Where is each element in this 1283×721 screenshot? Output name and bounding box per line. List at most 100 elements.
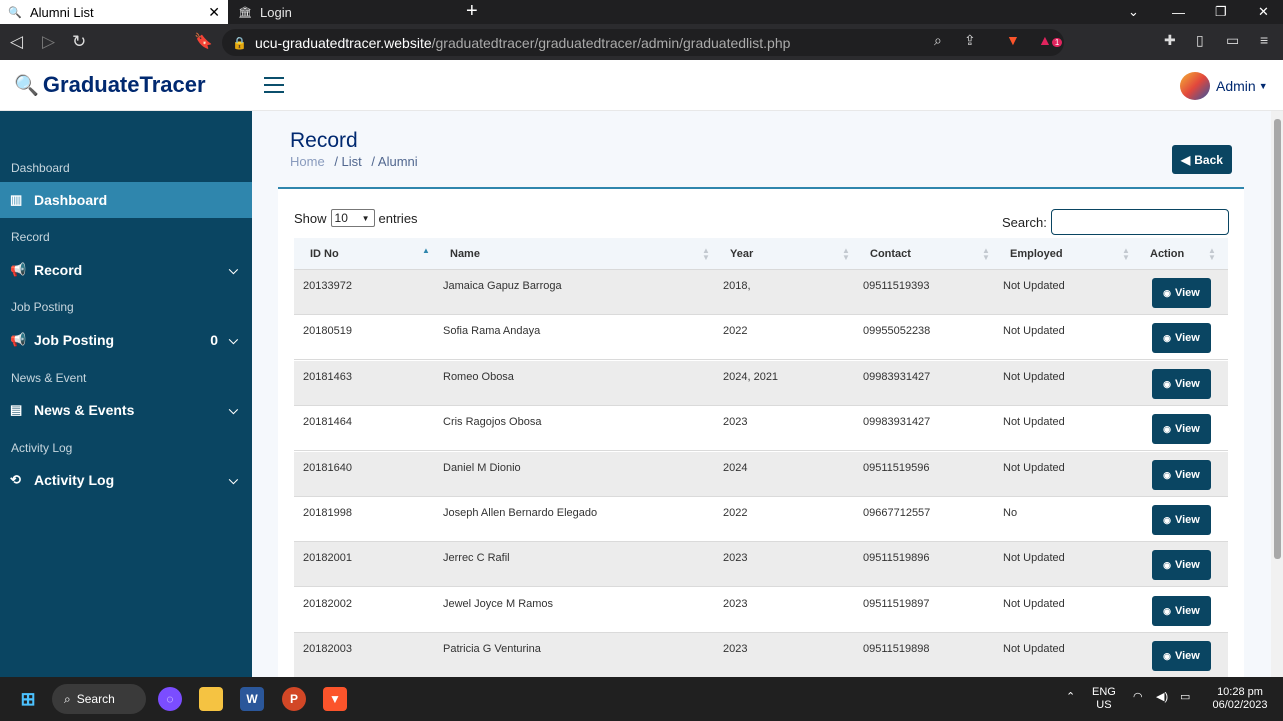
view-button[interactable]: ◉ View: [1152, 369, 1211, 399]
cell-id: 20180519: [303, 325, 352, 337]
eye-icon: ◉: [1163, 287, 1171, 298]
column-header-action[interactable]: Action: [1150, 248, 1184, 260]
forward-nav-icon[interactable]: ▷: [42, 32, 55, 52]
cell-name: Daniel M Dionio: [443, 462, 521, 474]
powerpoint-icon[interactable]: P: [282, 687, 306, 711]
sidebar: Dashboard ▥ Dashboard Record 📢 Record ⌵ …: [0, 111, 252, 677]
word-icon[interactable]: W: [240, 687, 264, 711]
file-explorer-icon[interactable]: [199, 687, 223, 711]
megaphone-icon: 📢: [10, 332, 27, 347]
caret-down-icon: ▼: [1258, 81, 1268, 91]
view-label: View: [1174, 650, 1200, 662]
sort-asc-icon[interactable]: ▲: [422, 247, 430, 255]
sidebar-item-record[interactable]: 📢 Record ⌵: [0, 252, 252, 288]
view-button[interactable]: ◉ View: [1152, 414, 1211, 444]
back-button-label: Back: [1194, 152, 1223, 167]
sort-icon[interactable]: ▲ ▼: [982, 247, 990, 262]
view-button[interactable]: ◉ View: [1152, 641, 1211, 671]
table-row: 20181464 Cris Ragojos Obosa 2023 0998393…: [294, 406, 1228, 451]
sort-icon[interactable]: ▲ ▼: [842, 247, 850, 262]
new-tab-icon[interactable]: +: [466, 0, 478, 24]
sidebar-heading-job-posting: Job Posting: [11, 300, 74, 314]
sidebar-item-job-posting[interactable]: 📢 Job Posting 0 ⌵: [0, 322, 252, 358]
zoom-icon[interactable]: ⌕: [934, 32, 942, 49]
close-tab-icon[interactable]: ✕: [208, 4, 220, 21]
language-indicator[interactable]: ENG US: [1092, 686, 1116, 712]
brand-logo[interactable]: 🔍 GraduateTracer: [14, 72, 206, 98]
breadcrumb-list[interactable]: / List: [334, 154, 361, 169]
tray-chevron-icon[interactable]: ⌃: [1066, 691, 1075, 704]
taskbar-search[interactable]: ⌕ Search: [52, 684, 146, 714]
back-button[interactable]: ◀ Back: [1172, 145, 1232, 174]
tab-alumni-list[interactable]: 🔍 Alumni List ✕: [0, 0, 228, 24]
view-button[interactable]: ◉ View: [1152, 505, 1211, 535]
wifi-icon[interactable]: ◠: [1133, 691, 1143, 704]
column-header-year[interactable]: Year: [730, 248, 753, 260]
scrollbar-thumb[interactable]: [1274, 119, 1281, 559]
url-host: ucu-graduatedtracer.website: [254, 34, 432, 51]
sidebar-item-activity-log[interactable]: ⟲ Activity Log ⌵: [0, 462, 252, 498]
arrow-left-icon: ◀: [1181, 152, 1191, 167]
view-button[interactable]: ◉ View: [1152, 550, 1211, 580]
brave-shield-icon[interactable]: ▼: [1006, 32, 1020, 48]
sort-icon[interactable]: ▲ ▼: [1208, 247, 1216, 262]
share-icon[interactable]: ⇪: [964, 32, 976, 49]
sidebar-item-label: Job Posting: [34, 332, 115, 348]
entries-select[interactable]: 10 ▼: [330, 209, 375, 227]
view-label: View: [1174, 605, 1200, 617]
sidebar-item-dashboard[interactable]: ▥ Dashboard: [0, 182, 252, 218]
windows-start-icon[interactable]: ⊞: [16, 687, 40, 711]
sidebar-toggle-icon[interactable]: ▯: [1196, 32, 1204, 49]
column-header-employed[interactable]: Employed: [1010, 248, 1063, 260]
menu-icon[interactable]: ≡: [1260, 32, 1268, 48]
search-input[interactable]: [1050, 209, 1229, 235]
eye-icon: ◉: [1163, 469, 1171, 480]
battery-icon[interactable]: ▭: [1180, 691, 1190, 704]
reload-icon[interactable]: ↻: [72, 32, 86, 52]
chevron-down-icon: ⌵: [228, 402, 238, 417]
breadcrumb-home[interactable]: Home: [290, 154, 325, 169]
cell-id: 20182002: [303, 598, 352, 610]
view-button[interactable]: ◉ View: [1152, 460, 1211, 490]
cell-contact: 09955052238: [863, 325, 931, 337]
brave-rewards-icon[interactable]: ▲ 1: [1038, 32, 1063, 48]
view-button[interactable]: ◉ View: [1152, 596, 1211, 626]
login-favicon-icon: 🏛: [238, 6, 252, 19]
cell-name: Joseph Allen Bernardo Elegado: [443, 507, 598, 519]
view-button[interactable]: ◉ View: [1152, 278, 1211, 308]
cell-contact: 09511519896: [863, 552, 930, 564]
view-button[interactable]: ◉ View: [1152, 323, 1211, 353]
eye-icon: ◉: [1163, 559, 1171, 570]
column-header-name[interactable]: Name: [450, 248, 480, 260]
sidebar-item-news-events[interactable]: ▤ News & Events ⌵: [0, 392, 252, 428]
maximize-icon[interactable]: ❐: [1215, 0, 1227, 24]
view-label: View: [1174, 287, 1200, 299]
brave-browser-icon[interactable]: ▼: [323, 687, 347, 711]
messenger-icon[interactable]: ◌: [158, 687, 182, 711]
column-header-contact[interactable]: Contact: [870, 248, 911, 260]
tab-login[interactable]: 🏛 Login: [230, 0, 454, 24]
user-menu[interactable]: Admin ▼: [1180, 72, 1268, 100]
cell-employed: Not Updated: [1003, 280, 1065, 292]
clock[interactable]: 10:28 pm 06/02/2023: [1208, 686, 1272, 712]
tab-list-chevron-icon[interactable]: ⌄: [1128, 0, 1139, 24]
sidebar-item-label: Dashboard: [34, 192, 108, 208]
column-header-id[interactable]: ID No: [310, 248, 339, 260]
cell-contact: 09511519393: [863, 280, 930, 292]
table-row: 20182002 Jewel Joyce M Ramos 2023 095115…: [294, 588, 1228, 633]
cell-employed: Not Updated: [1003, 462, 1065, 474]
lang-top: ENG: [1092, 686, 1116, 698]
sort-icon[interactable]: ▲ ▼: [702, 247, 710, 262]
hamburger-menu-icon[interactable]: [264, 77, 284, 93]
minimize-icon[interactable]: —: [1172, 0, 1185, 24]
main-content: Record Home / List / Alumni ◀ Back Show …: [252, 111, 1271, 677]
bookmark-icon[interactable]: 🔖: [194, 32, 213, 52]
volume-icon[interactable]: ◀): [1156, 691, 1168, 704]
extensions-icon[interactable]: ✚: [1164, 32, 1176, 49]
close-window-icon[interactable]: ✕: [1258, 0, 1269, 24]
wallet-icon[interactable]: ▭: [1226, 32, 1239, 49]
back-nav-icon[interactable]: ◁: [10, 32, 23, 52]
page-scrollbar[interactable]: [1271, 111, 1283, 677]
entries-label: entries: [378, 210, 418, 226]
sort-icon[interactable]: ▲ ▼: [1122, 247, 1130, 262]
